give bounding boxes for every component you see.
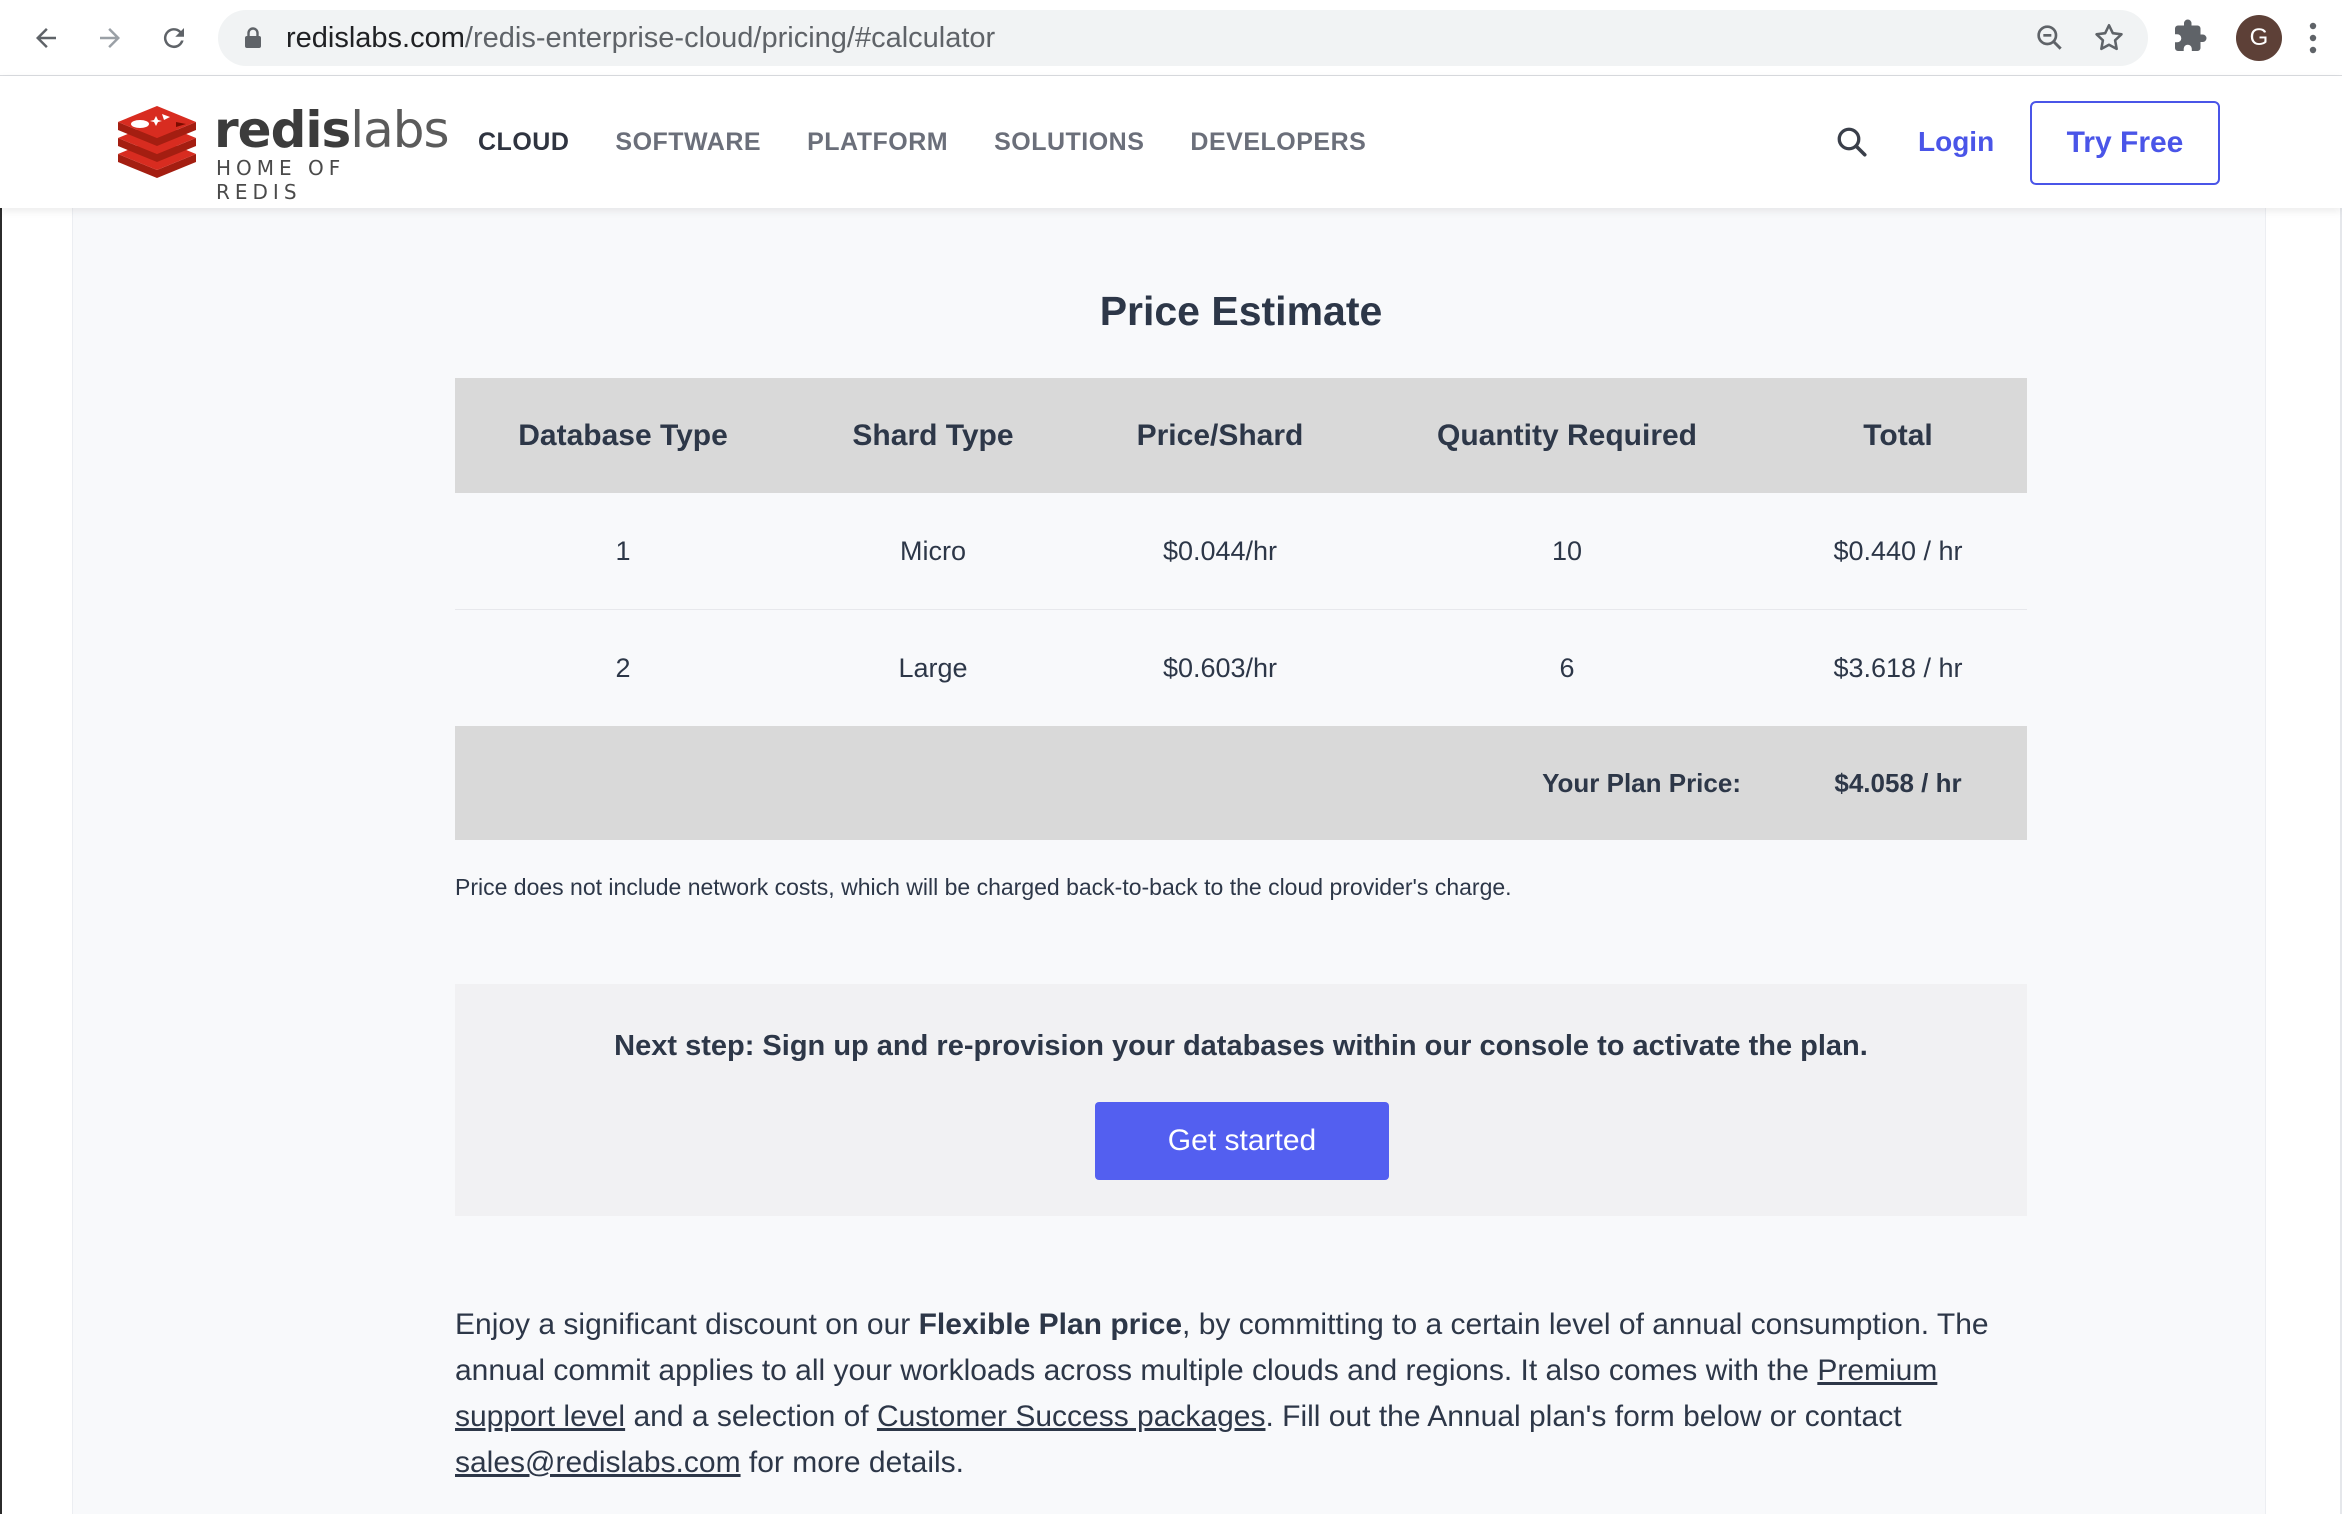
address-bar[interactable]: redislabs.com/redis-enterprise-cloud/pri… xyxy=(218,10,2148,66)
logo-tagline: HOME OF REDIS xyxy=(216,156,346,204)
nav-item-cloud[interactable]: CLOUD xyxy=(478,128,569,157)
paragraph-text: . Fill out the Annual plan's form below … xyxy=(1265,1400,1902,1433)
price-estimate-table: Database Type Shard Type Price/Shard Qua… xyxy=(455,378,2027,840)
page: redislabs HOME OF REDIS CLOUD SOFTWARE P… xyxy=(0,76,2342,1514)
pricing-calculator-card: Price Estimate Database Type Shard Type … xyxy=(72,208,2266,1514)
arrow-left-icon xyxy=(36,28,56,48)
paragraph-text: for more details. xyxy=(740,1446,964,1479)
logo-wordmark: redislabs xyxy=(214,101,450,159)
zoom-icon[interactable] xyxy=(2034,22,2066,54)
paragraph-text: Enjoy a significant discount on our xyxy=(455,1308,919,1341)
next-step-text: Next step: Sign up and re-provision your… xyxy=(614,1030,1868,1062)
database-type-cell: 2 xyxy=(615,652,631,683)
plan-price-label: Your Plan Price: xyxy=(1542,767,1741,798)
nav-item-platform[interactable]: PLATFORM xyxy=(807,128,948,157)
table-header-row: Database Type Shard Type Price/Shard Qua… xyxy=(455,378,2027,493)
quantity-cell: 6 xyxy=(1559,652,1575,683)
bookmark-star-icon[interactable] xyxy=(2092,21,2126,55)
main-nav: CLOUD SOFTWARE PLATFORM SOLUTIONS DEVELO… xyxy=(478,76,1412,208)
extensions-puzzle-icon[interactable] xyxy=(2172,18,2208,54)
try-free-button[interactable]: Try Free xyxy=(2030,101,2220,185)
get-started-button[interactable]: Get started xyxy=(1095,1102,1389,1180)
profile-avatar[interactable]: G xyxy=(2236,15,2282,61)
redis-cube-logo-icon xyxy=(118,106,196,178)
back-button[interactable] xyxy=(22,14,70,62)
column-header: Total xyxy=(1863,418,1933,452)
total-cell: $3.618 / hr xyxy=(1833,652,1963,683)
lock-icon xyxy=(245,27,261,48)
reload-icon xyxy=(163,28,184,49)
price-per-shard-cell: $0.044/hr xyxy=(1162,535,1278,566)
table-row: 1 Micro $0.044/hr 10 $0.440 / hr xyxy=(455,493,2027,610)
browser-toolbar: redislabs.com/redis-enterprise-cloud/pri… xyxy=(0,0,2342,76)
paragraph-text: and a selection of xyxy=(625,1400,877,1433)
redislabs-logo[interactable]: redislabs HOME OF REDIS xyxy=(116,104,450,204)
arrow-right-icon xyxy=(100,28,120,48)
customer-success-link[interactable]: Customer Success packages xyxy=(877,1400,1266,1433)
page-title: Price Estimate xyxy=(1099,288,1383,334)
next-step-box: Next step: Sign up and re-provision your… xyxy=(455,984,2027,1216)
flexible-plan-bold: Flexible Plan price xyxy=(918,1308,1183,1341)
shard-type-cell: Micro xyxy=(900,535,966,566)
forward-button[interactable] xyxy=(86,14,134,62)
reload-button[interactable] xyxy=(150,14,198,62)
quantity-cell: 10 xyxy=(1551,535,1583,566)
column-header: Quantity Required xyxy=(1436,418,1698,452)
column-header: Price/Shard xyxy=(1136,418,1304,452)
nav-item-developers[interactable]: DEVELOPERS xyxy=(1190,128,1366,157)
total-cell: $0.440 / hr xyxy=(1833,535,1963,566)
annual-plan-paragraph: Enjoy a significant discount on our Flex… xyxy=(455,1302,2027,1486)
nav-item-solutions[interactable]: SOLUTIONS xyxy=(994,128,1144,157)
network-cost-note: Price does not include network costs, wh… xyxy=(455,874,1512,900)
browser-menu-icon[interactable] xyxy=(2306,18,2320,58)
site-header: redislabs HOME OF REDIS CLOUD SOFTWARE P… xyxy=(0,76,2342,208)
plan-price-total: $4.058 / hr xyxy=(1834,767,1962,798)
database-type-cell: 1 xyxy=(615,535,631,566)
column-header: Shard Type xyxy=(852,418,1014,452)
sales-email-link[interactable]: sales@redislabs.com xyxy=(455,1446,741,1479)
url-text: redislabs.com/redis-enterprise-cloud/pri… xyxy=(286,22,996,54)
page-edge xyxy=(0,76,2,1514)
table-row: 2 Large $0.603/hr 6 $3.618 / hr xyxy=(455,610,2027,726)
column-header: Database Type xyxy=(518,418,728,452)
search-icon[interactable] xyxy=(1834,124,1870,160)
price-per-shard-cell: $0.603/hr xyxy=(1162,652,1278,683)
shard-type-cell: Large xyxy=(898,652,968,683)
nav-item-software[interactable]: SOFTWARE xyxy=(615,128,761,157)
login-link[interactable]: Login xyxy=(1918,76,1994,208)
plan-price-row: Your Plan Price: $4.058 / hr xyxy=(455,726,2027,840)
